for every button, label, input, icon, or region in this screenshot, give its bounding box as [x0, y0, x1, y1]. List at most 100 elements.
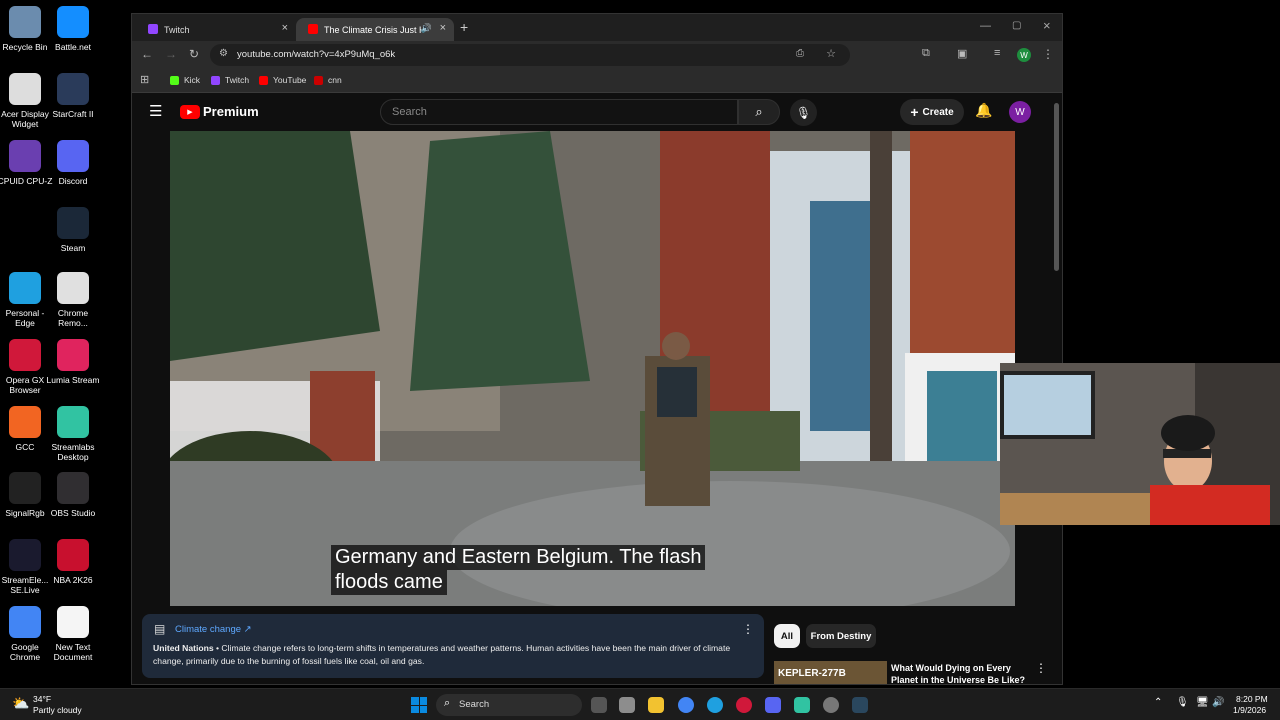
up-next-title[interactable]: What Would Dying on Every Planet in the …: [891, 662, 1031, 684]
desktop-icon-label: New Text Document: [53, 642, 93, 662]
windows-start-icon[interactable]: [411, 697, 427, 713]
media-icon[interactable]: ≡: [994, 47, 1000, 59]
tab-title: Twitch: [164, 24, 190, 35]
minimize-icon[interactable]: —: [980, 20, 991, 32]
kick-icon: [170, 75, 179, 85]
cpuz-icon: [9, 140, 41, 172]
desktop-icon[interactable]: NBA 2K26: [45, 539, 101, 585]
video-player[interactable]: Germany and Eastern Belgium. The flash f…: [170, 131, 1015, 606]
youtube-favicon: [308, 24, 318, 34]
apps-grid-icon[interactable]: ⊞: [140, 73, 149, 86]
maximize-icon[interactable]: ▢: [1012, 20, 1021, 31]
close-tab-icon[interactable]: ×: [440, 22, 446, 34]
search-input[interactable]: Search: [380, 99, 738, 125]
install-app-icon[interactable]: ⎙: [796, 48, 804, 59]
signalrgb-icon: [9, 472, 41, 504]
obs-taskbar-icon[interactable]: [823, 697, 839, 713]
search-button[interactable]: ⌕: [738, 99, 780, 125]
address-bar[interactable]: ⚙ youtube.com/watch?v=4xP9uMq_o6k ⎙ ☆: [210, 44, 850, 66]
starcraft-icon: [57, 73, 89, 105]
desktop-icon[interactable]: OBS Studio: [45, 472, 101, 518]
tab-youtube[interactable]: The Climate Crisis Just Hit a 🔊 ×: [296, 18, 454, 41]
close-tab-icon[interactable]: ×: [282, 22, 288, 34]
taskbar-search[interactable]: ⌕ Search: [436, 694, 582, 716]
opera-gx-icon: [9, 339, 41, 371]
weather-icon[interactable]: ⛅: [12, 695, 29, 712]
streamlabs-taskbar-icon[interactable]: [794, 697, 810, 713]
profile-avatar[interactable]: W: [1017, 48, 1031, 62]
topic-info-panel: ▤ Climate change ↗ ⋮ United Nations • Cl…: [142, 614, 764, 678]
bookmark-star-icon[interactable]: ☆: [826, 47, 836, 60]
desktop-icon[interactable]: New Text Document: [45, 606, 101, 662]
steam-taskbar-icon[interactable]: [852, 697, 868, 713]
desktop-icon[interactable]: Steam: [45, 207, 101, 253]
topic-text: • Climate change refers to long-term shi…: [153, 643, 731, 666]
mic-tray-icon[interactable]: 🎙: [1176, 697, 1189, 708]
notifications-bell-icon[interactable]: 🔔: [975, 102, 992, 119]
video-frame: [170, 131, 1015, 606]
create-button[interactable]: + Create: [900, 99, 964, 125]
search-icon: ⌕: [755, 104, 763, 119]
more-options-icon[interactable]: ⋮: [742, 622, 754, 636]
bookmark-twitch[interactable]: Twitch: [211, 75, 249, 85]
extensions-icon[interactable]: ⧉: [922, 47, 930, 60]
bookmark-cnn[interactable]: cnn: [314, 75, 342, 85]
up-next-menu-icon[interactable]: ⋮: [1035, 661, 1047, 675]
speaker-icon[interactable]: 🔊: [421, 23, 432, 34]
bookmark-kick[interactable]: Kick: [170, 75, 200, 85]
acer-display-widget-icon: [9, 73, 41, 105]
premium-label: Premium: [203, 104, 259, 119]
hamburger-menu-icon[interactable]: ☰: [149, 102, 162, 120]
url-text[interactable]: youtube.com/watch?v=4xP9uMq_o6k: [237, 49, 395, 60]
widgets-icon[interactable]: [619, 697, 635, 713]
desktop-icon-label: Discord: [58, 176, 88, 186]
task-view-icon[interactable]: [591, 697, 607, 713]
file-explorer-icon[interactable]: [648, 697, 664, 713]
desktop-icon[interactable]: Lumia Stream: [45, 339, 101, 385]
sidepanel-icon[interactable]: ▣: [957, 47, 967, 60]
weather-desc: Partly cloudy: [33, 705, 82, 715]
chrome-menu-icon[interactable]: ⋮: [1042, 47, 1054, 61]
voice-search-button[interactable]: 🎙: [790, 99, 817, 126]
desktop-icon[interactable]: Streamlabs Desktop: [45, 406, 101, 462]
scrollbar[interactable]: [1054, 103, 1059, 271]
up-next-thumbnail[interactable]: KEPLER-277B: [774, 661, 887, 684]
cnn-icon: [314, 75, 323, 85]
volume-icon[interactable]: 🔊: [1212, 697, 1224, 708]
browser-window: Twitch × The Climate Crisis Just Hit a 🔊…: [131, 13, 1063, 685]
youtube-logo[interactable]: ▶ Premium: [180, 104, 259, 119]
clock-date[interactable]: 1/9/2026: [1233, 705, 1266, 715]
desktop-icon[interactable]: Chrome Remo...: [45, 272, 101, 328]
site-info-icon[interactable]: ⚙: [219, 48, 228, 59]
network-icon[interactable]: 🖥: [1196, 697, 1209, 708]
desktop-icon[interactable]: StarCraft II: [45, 73, 101, 119]
close-window-icon[interactable]: ×: [1043, 18, 1051, 33]
weather-temp: 34°F: [33, 694, 52, 704]
topic-link[interactable]: Climate change ↗: [175, 624, 252, 635]
create-label: Create: [922, 106, 954, 118]
chip-from-destiny[interactable]: From Destiny: [806, 624, 876, 648]
new-tab-button[interactable]: +: [460, 19, 468, 35]
chip-all[interactable]: All: [774, 624, 800, 648]
gcc-icon: [9, 406, 41, 438]
tab-twitch[interactable]: Twitch ×: [136, 18, 296, 41]
desktop-icon[interactable]: Battle.net: [45, 6, 101, 52]
battlenet-icon: [57, 6, 89, 38]
streamelements-icon: [9, 539, 41, 571]
back-icon[interactable]: ←: [141, 47, 153, 61]
opera-taskbar-icon[interactable]: [736, 697, 752, 713]
chrome-taskbar-icon[interactable]: [678, 697, 694, 713]
clock-time[interactable]: 8:20 PM: [1236, 694, 1268, 704]
avatar[interactable]: W: [1009, 101, 1031, 123]
tray-chevron-icon[interactable]: ⌃: [1154, 697, 1162, 708]
discord-taskbar-icon[interactable]: [765, 697, 781, 713]
desktop-icon[interactable]: Discord: [45, 140, 101, 186]
reload-icon[interactable]: ↻: [189, 47, 199, 61]
webcam-feed: [1000, 363, 1280, 525]
text-document-icon: [57, 606, 89, 638]
youtube-icon: [259, 75, 268, 85]
bookmark-youtube[interactable]: YouTube: [259, 75, 306, 85]
youtube-play-icon: ▶: [180, 104, 200, 119]
forward-icon[interactable]: →: [165, 47, 177, 61]
edge-taskbar-icon[interactable]: [707, 697, 723, 713]
